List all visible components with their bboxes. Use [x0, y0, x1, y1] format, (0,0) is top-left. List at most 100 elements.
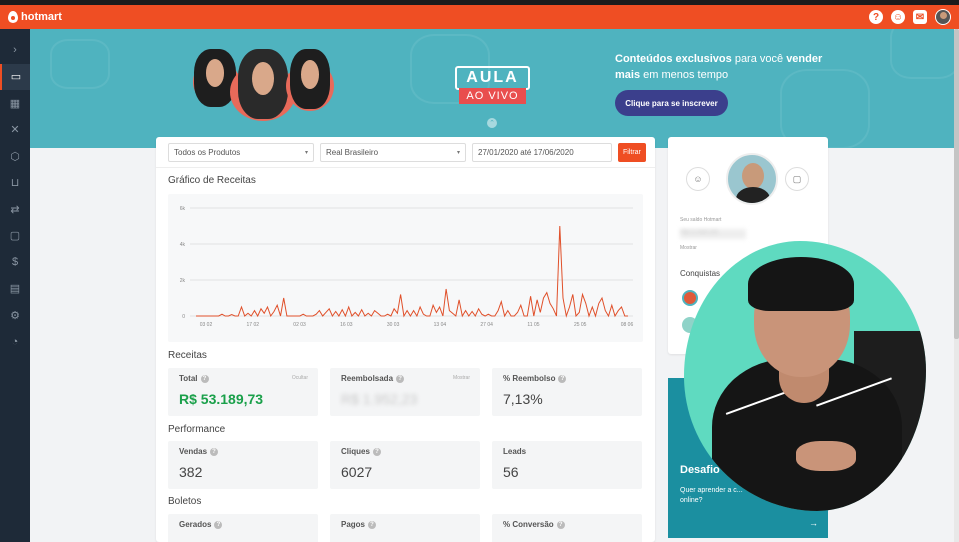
reembolsada-card: Reembolsada? R$ 1.952,23 Mostrar [330, 368, 480, 416]
speaker-photo [238, 49, 288, 119]
show-balance-link[interactable]: Mostrar [680, 245, 697, 251]
settings-icon[interactable]: ⚙ [0, 302, 30, 329]
y-tick-label: 0 [182, 314, 185, 320]
hair-shape [748, 257, 854, 311]
revenue-chart-svg: 0 2k 4k 6k 03 02 17 02 02 03 16 03 30 03 13 04 27 … [180, 206, 634, 328]
speaker-photo [290, 49, 330, 109]
profile-avatar[interactable] [726, 153, 778, 205]
achievement-badge-icon[interactable] [682, 290, 698, 306]
info-icon[interactable]: ? [556, 520, 565, 529]
clicks-value: 6027 [341, 464, 373, 480]
aula-text: AULA [455, 66, 530, 90]
gauge-icon[interactable]: ◔ [0, 329, 30, 356]
info-icon[interactable]: ? [372, 447, 381, 456]
conversao-card: % Conversão? [492, 514, 642, 542]
network-icon[interactable]: ✕ [0, 117, 30, 144]
date-range-input[interactable]: 27/01/2020 até 17/06/2020 [472, 143, 612, 162]
transfer-icon[interactable]: ⇄ [0, 196, 30, 223]
receitas-title: Receitas [168, 350, 207, 361]
help-icon[interactable]: ? [869, 10, 883, 24]
ao-vivo-text: AO VIVO [459, 88, 526, 104]
dashboard-panel: Todos os Produtos ▾ Real Brasileiro ▾ 27… [156, 137, 655, 542]
card-label: Leads [503, 447, 527, 456]
sales-value: 382 [179, 464, 203, 480]
boletos-cards: Gerados? Pagos? % Conversão? [168, 514, 642, 542]
info-icon[interactable]: ? [368, 520, 377, 529]
receitas-cards: Total? R$ 53.189,73 Ocultar Reembolsada?… [168, 368, 642, 416]
chart-title: Gráfico de Receitas [168, 175, 256, 186]
info-icon[interactable]: ? [200, 374, 209, 383]
product-select[interactable]: Todos os Produtos ▾ [168, 143, 314, 162]
filter-button[interactable]: Filtrar [618, 143, 646, 162]
refund-rate-card: % Reembolso? 7,13% [492, 368, 642, 416]
show-link[interactable]: Mostrar [453, 375, 470, 381]
top-header: hotmart ? ☺ ✉ [0, 5, 959, 29]
x-tick-label: 25 05 [574, 322, 587, 328]
info-icon[interactable]: ? [396, 374, 405, 383]
aula-ao-vivo-badge: AULA AO VIVO [455, 66, 530, 104]
x-tick-label: 02 03 [293, 322, 306, 328]
hand-shape [796, 441, 856, 471]
info-icon[interactable]: ? [558, 374, 567, 383]
x-tick-label: 03 02 [200, 322, 213, 328]
x-tick-label: 11 05 [527, 322, 539, 328]
arrow-right-icon[interactable]: → [809, 518, 818, 528]
revenue-chart: 0 2k 4k 6k 03 02 17 02 02 03 16 03 30 03 13 04 27 … [168, 194, 643, 342]
analytics-icon[interactable]: ▤ [0, 276, 30, 303]
card-label: Gerados [179, 520, 212, 529]
chevron-down-icon: ▾ [304, 150, 308, 156]
refund-rate-value: 7,13% [503, 391, 543, 407]
cart-icon[interactable]: ⊔ [0, 170, 30, 197]
y-tick-label: 6k [180, 206, 186, 212]
subscribe-button[interactable]: Clique para se inscrever [615, 90, 728, 116]
chat-icon[interactable]: ✉ [913, 10, 927, 24]
card-label: % Reembolso [503, 374, 556, 383]
info-icon[interactable]: ? [210, 447, 219, 456]
hotmart-logo[interactable]: hotmart [8, 11, 62, 23]
x-tick-label: 17 02 [247, 322, 260, 328]
users-icon[interactable]: ☺ [686, 167, 710, 191]
info-icon[interactable]: ? [214, 520, 223, 529]
refunded-value: R$ 1.952,23 [341, 391, 418, 407]
community-icon[interactable]: ☺ [891, 10, 905, 24]
dashboard-icon[interactable]: ▭ [0, 63, 30, 90]
product-select-value: Todos os Produtos [174, 148, 241, 157]
gerados-card: Gerados? [168, 514, 318, 542]
card-label: Pagos [341, 520, 366, 529]
saldo-label: Seu saldo Hotmart [680, 217, 722, 223]
banner-decoration [50, 39, 110, 89]
y-tick-label: 2k [180, 278, 186, 284]
message-icon[interactable]: ▢ [0, 223, 30, 250]
user-avatar[interactable] [935, 9, 951, 25]
x-tick-label: 08 06 [621, 322, 634, 328]
banner-headline: Conteúdos exclusivos para você vender ma… [615, 51, 825, 83]
collapse-banner-icon[interactable]: ⌃ [487, 118, 497, 128]
currency-select[interactable]: Real Brasileiro ▾ [320, 143, 466, 162]
headline-part: para você [731, 53, 787, 65]
speaker-photo [194, 49, 236, 107]
webcam-overlay [684, 241, 926, 511]
logo-text: hotmart [21, 11, 62, 23]
y-tick-label: 4k [180, 242, 186, 248]
expand-icon[interactable]: › [0, 37, 30, 64]
filter-bar: Todos os Produtos ▾ Real Brasileiro ▾ 27… [168, 143, 646, 162]
headline-part: Conteúdos exclusivos [615, 53, 732, 65]
table-icon[interactable]: ▦ [0, 90, 30, 117]
total-card: Total? R$ 53.189,73 Ocultar [168, 368, 318, 416]
x-tick-label: 27 04 [480, 322, 493, 328]
page-scrollbar[interactable] [954, 29, 959, 542]
saldo-value: R$ 0.000,00 [680, 229, 746, 239]
banner-decoration [890, 29, 959, 79]
card-label: Vendas [179, 447, 208, 456]
performance-title: Performance [168, 424, 226, 435]
leads-card: Leads 56 [492, 441, 642, 489]
box-icon[interactable]: ⬡ [0, 143, 30, 170]
x-tick-label: 30 03 [387, 322, 400, 328]
hide-link[interactable]: Ocultar [292, 375, 308, 381]
card-label: % Conversão [503, 520, 554, 529]
chat-bubble-icon[interactable]: ▢ [785, 167, 809, 191]
dollar-icon[interactable]: $ [0, 249, 30, 276]
x-tick-label: 13 04 [434, 322, 447, 328]
card-label: Total [179, 374, 198, 383]
revenue-series-line[interactable] [196, 225, 628, 318]
